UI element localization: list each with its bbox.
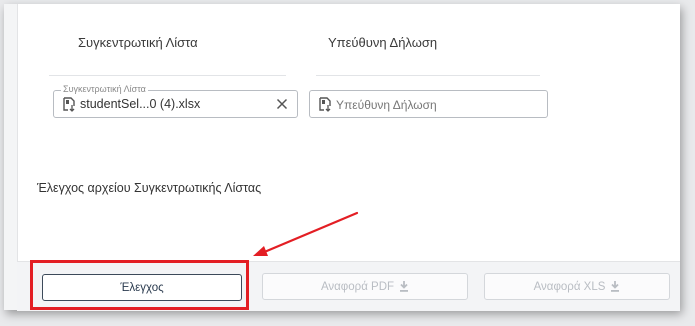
close-icon[interactable] xyxy=(276,98,288,110)
file-upload-icon xyxy=(319,97,331,112)
summary-list-file-name: studentSel...0 (4).xlsx xyxy=(80,97,201,111)
summary-list-field-legend: Συγκεντρωτική Λίστα xyxy=(61,84,148,95)
file-upload-icon xyxy=(63,97,75,112)
report-pdf-label: Αναφορά PDF xyxy=(320,280,395,293)
download-icon xyxy=(611,281,620,292)
left-edge xyxy=(4,4,18,310)
report-xls-button[interactable]: Αναφορά XLS xyxy=(484,273,670,300)
declaration-divider xyxy=(316,75,540,76)
report-pdf-button[interactable]: Αναφορά PDF xyxy=(262,273,468,300)
check-description: Έλεγχος αρχείου Συγκεντρωτικής Λίστας xyxy=(37,181,262,195)
highlight-box xyxy=(30,260,249,310)
report-xls-label: Αναφορά XLS xyxy=(533,280,606,293)
declaration-field-placeholder: Υπεύθυνη Δήλωση xyxy=(336,98,437,112)
download-icon xyxy=(400,281,409,292)
summary-list-column-label: Συγκεντρωτική Λίστα xyxy=(78,35,198,50)
declaration-column-label: Υπεύθυνη Δήλωση xyxy=(328,35,438,50)
summary-list-file-field[interactable]: Συγκεντρωτική Λίστα studentSel...0 (4).x… xyxy=(53,84,298,118)
declaration-file-field[interactable]: Υπεύθυνη Δήλωση xyxy=(309,90,548,118)
summary-list-divider xyxy=(49,75,286,76)
